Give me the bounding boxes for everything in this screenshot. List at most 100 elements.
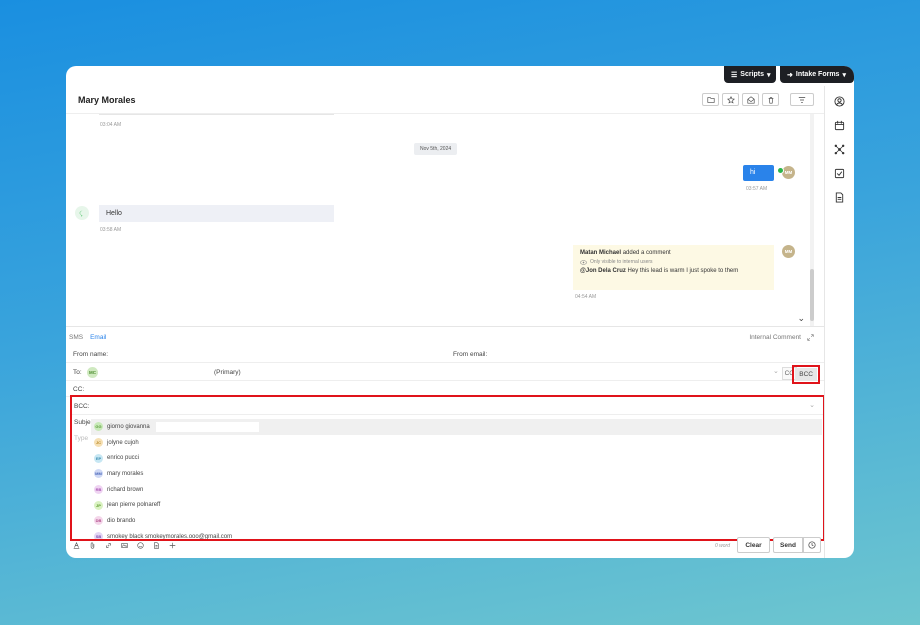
contact-initials: JP [94, 500, 103, 510]
to-label: To: [73, 369, 82, 376]
bcc-label: BCC: [74, 403, 90, 410]
star-icon [726, 95, 735, 104]
top-actions: ☰ Scripts ▾ ➜ Intake Forms ▾ [724, 66, 854, 83]
bcc-suggestion-item[interactable]: SB smokey black smokeymorales.ooo@gmail.c… [91, 529, 822, 539]
star-button[interactable] [722, 93, 739, 106]
scrollbar[interactable] [810, 114, 814, 326]
bcc-suggestion-item[interactable]: JP jean pierre polnareff [91, 497, 822, 513]
contact-name: Mary Morales [78, 95, 136, 105]
calendar-icon[interactable] [834, 120, 845, 131]
internal-comment: Matan Michael added a comment Only visib… [573, 245, 774, 290]
send-button[interactable]: Send [773, 537, 803, 553]
to-row[interactable]: To: MC (Primary) ⌄ [66, 363, 824, 381]
mention[interactable]: @Jon Dela Cruz [580, 268, 626, 274]
notes-icon[interactable] [834, 192, 845, 203]
list-icon: ☰ [731, 71, 738, 79]
message-time: 03:58 AM [100, 227, 122, 233]
plus-icon[interactable] [169, 542, 176, 549]
folder-button[interactable] [702, 93, 719, 106]
template-icon[interactable] [153, 542, 160, 549]
scripts-label: Scripts [740, 71, 765, 78]
eye-icon [580, 259, 587, 265]
contact-name: dio brando [107, 517, 136, 524]
contact-initials: MM [94, 469, 103, 479]
divider [99, 114, 334, 115]
tab-email[interactable]: Email [90, 334, 106, 341]
tasks-icon[interactable] [834, 168, 845, 179]
filter-icon [798, 96, 806, 103]
clear-button[interactable]: Clear [737, 537, 770, 553]
conversation-header: Mary Morales [66, 86, 824, 114]
scroll-down-icon[interactable]: ⌄ [797, 313, 805, 324]
bcc-row[interactable]: BCC: ⌄ [72, 397, 823, 415]
expand-icon[interactable] [807, 334, 814, 341]
delete-button[interactable] [762, 93, 779, 106]
message-thread: 03:04 AM Nov 5th, 2024 hi MM 03:57 AM He… [66, 114, 816, 326]
bcc-suggestion-item[interactable]: EP enrico pucci [91, 450, 822, 466]
compose-area: SMS Email Internal Comment From name: Fr… [66, 326, 825, 558]
visibility-note: Only visible to internal users [590, 259, 653, 265]
primary-label: (Primary) [214, 369, 241, 376]
crm-panel: Mary Morales 03:04 AM Nov 5th, 2024 hi M… [66, 66, 854, 558]
mark-read-button[interactable] [742, 93, 759, 106]
chevron-down-icon: ▾ [842, 71, 846, 79]
subject-label: Subje [74, 419, 91, 426]
word-count: 0 word [715, 543, 731, 549]
folder-icon [706, 96, 715, 103]
bcc-button-label: BCC [795, 368, 817, 381]
right-rail [824, 86, 854, 558]
bcc-suggestion-item[interactable]: GG giorno giovanna [91, 419, 822, 435]
contact-name: jolyne cujoh [107, 439, 139, 446]
trash-icon [768, 96, 773, 104]
contact-initials: GG [94, 422, 103, 432]
from-email-label: From email: [453, 351, 488, 358]
clock-icon [808, 541, 816, 549]
internal-comment-tab[interactable]: Internal Comment [749, 334, 801, 341]
integrations-icon[interactable] [834, 144, 845, 155]
intake-forms-button[interactable]: ➜ Intake Forms ▾ [780, 66, 854, 83]
sign-in-icon: ➜ [787, 71, 793, 79]
contact-initials: JC [94, 438, 103, 448]
bcc-suggestion-item[interactable]: DB dio brando [91, 513, 822, 529]
tab-sms[interactable]: SMS [69, 334, 83, 341]
sms-badge-icon [777, 167, 784, 174]
link-icon[interactable] [105, 542, 112, 549]
body-placeholder: Type [74, 435, 89, 442]
bcc-suggestion-item[interactable]: RB richard brown [91, 482, 822, 498]
recipient-chip[interactable]: MC [87, 367, 98, 378]
contact-name: smokey black smokeymorales.ooo@gmail.com [107, 533, 233, 539]
chevron-down-icon: ▾ [767, 71, 771, 79]
conversation-panel: Mary Morales 03:04 AM Nov 5th, 2024 hi M… [66, 66, 825, 558]
image-icon[interactable] [121, 542, 128, 549]
attachment-icon[interactable] [89, 542, 96, 549]
contact-initials: DB [94, 516, 103, 526]
incoming-message: Hello [99, 205, 334, 222]
emoji-icon[interactable] [137, 542, 144, 549]
cc-label: CC: [73, 386, 85, 393]
avatar: MM [782, 166, 795, 179]
text-format-icon[interactable] [73, 542, 80, 549]
from-row: From name: From email: [66, 345, 824, 363]
bcc-suggestion-item[interactable]: JC jolyne cujoh [91, 435, 822, 451]
contact-name: jean pierre polnareff [107, 502, 161, 509]
contact-initials: SB [94, 532, 103, 539]
bcc-suggestion-item[interactable]: MM mary morales [91, 466, 822, 482]
schedule-send-button[interactable] [803, 537, 821, 553]
date-divider: Nov 5th, 2024 [414, 143, 458, 155]
contact-name: richard brown [107, 486, 144, 493]
message-time: 03:57 AM [746, 186, 768, 192]
contact-name: giorno giovanna [107, 423, 150, 430]
message-time: 03:04 AM [100, 122, 122, 128]
compose-toolbar [73, 542, 176, 549]
contact-initials: EP [94, 453, 103, 463]
chevron-down-icon[interactable]: ⌄ [809, 401, 815, 409]
comment-body: Hey this lead is warm I just spoke to th… [627, 268, 739, 274]
filter-button[interactable] [790, 93, 814, 106]
scripts-button[interactable]: ☰ Scripts ▾ [724, 66, 776, 83]
chevron-down-icon[interactable]: ⌄ [773, 367, 779, 375]
bcc-dropdown: GG giorno giovanna JC jolyne cujoh EP enrico … [91, 419, 822, 539]
contact-name: enrico pucci [107, 455, 140, 462]
contact-name: mary morales [107, 470, 144, 477]
contact-icon[interactable] [834, 96, 845, 107]
comment-action: added a comment [622, 250, 671, 256]
